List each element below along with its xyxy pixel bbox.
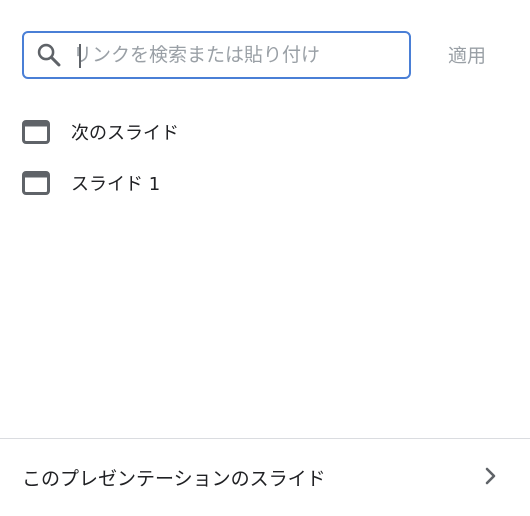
slide-item-label: 次のスライド	[71, 122, 179, 144]
footer-label: このプレゼンテーションのスライド	[22, 468, 326, 490]
slide-item-slide-1[interactable]: スライド 1	[22, 157, 502, 208]
link-search-input[interactable]	[73, 40, 393, 70]
slide-icon	[22, 170, 50, 195]
slide-item-label: スライド 1	[71, 173, 161, 195]
search-icon	[37, 43, 61, 67]
link-search-row: 適用	[22, 31, 510, 83]
slide-link-list: 次のスライド スライド 1	[22, 106, 502, 208]
text-caret	[79, 44, 81, 68]
link-search-box[interactable]	[22, 31, 411, 79]
presentation-slides-link[interactable]: このプレゼンテーションのスライド	[0, 439, 530, 516]
apply-button[interactable]: 適用	[448, 41, 486, 68]
slide-icon	[22, 119, 50, 144]
slide-item-next[interactable]: 次のスライド	[22, 106, 502, 157]
chevron-right-icon	[485, 467, 496, 485]
